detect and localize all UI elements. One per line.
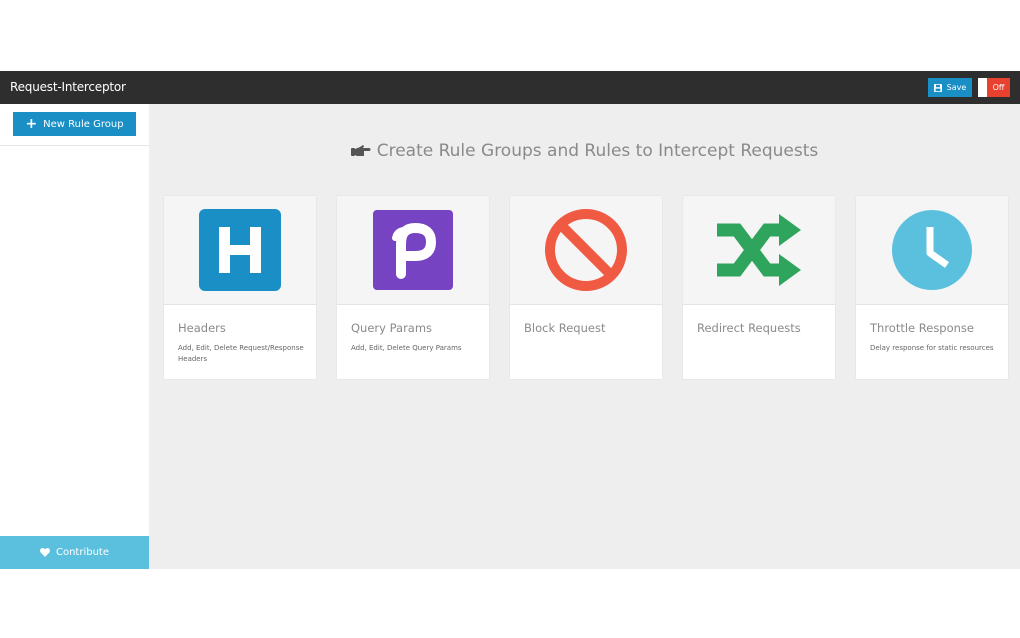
contribute-button[interactable]: Contribute bbox=[0, 536, 149, 569]
toggle-knob bbox=[978, 78, 987, 97]
card-description: Add, Edit, Delete Request/Response Heade… bbox=[178, 343, 306, 365]
card-query-params[interactable]: Query Params Add, Edit, Delete Query Par… bbox=[337, 196, 489, 379]
shuffle-icon bbox=[715, 212, 803, 288]
card-icon-area bbox=[683, 196, 835, 305]
block-icon bbox=[544, 208, 628, 292]
clock-icon bbox=[891, 209, 973, 291]
card-throttle-response[interactable]: Throttle Response Delay response for sta… bbox=[856, 196, 1008, 379]
card-block-request[interactable]: Block Request bbox=[510, 196, 662, 379]
new-rule-group-button[interactable]: + New Rule Group bbox=[13, 112, 136, 136]
card-description: Delay response for static resources bbox=[870, 343, 998, 354]
query-params-icon bbox=[373, 210, 453, 290]
card-icon-area bbox=[510, 196, 662, 305]
toggle-label: Off bbox=[987, 78, 1010, 97]
contribute-label: Contribute bbox=[56, 547, 109, 558]
card-icon-area bbox=[856, 196, 1008, 305]
card-title: Throttle Response bbox=[870, 321, 974, 335]
card-title: Query Params bbox=[351, 321, 432, 335]
top-bar: Request-Interceptor Save Off bbox=[0, 71, 1020, 104]
card-icon-area bbox=[337, 196, 489, 305]
headers-icon bbox=[199, 209, 281, 291]
app-window: Request-Interceptor Save Off + New Rule … bbox=[0, 71, 1020, 569]
new-rule-group-label: New Rule Group bbox=[43, 119, 123, 130]
pointing-hand-icon bbox=[351, 144, 371, 158]
card-description: Add, Edit, Delete Query Params bbox=[351, 343, 479, 354]
save-button[interactable]: Save bbox=[928, 78, 972, 97]
app-title: Request-Interceptor bbox=[10, 80, 126, 94]
page-heading-text: Create Rule Groups and Rules to Intercep… bbox=[377, 141, 819, 161]
page-heading: Create Rule Groups and Rules to Intercep… bbox=[149, 141, 1020, 161]
card-icon-area bbox=[164, 196, 316, 305]
card-redirect-requests[interactable]: Redirect Requests bbox=[683, 196, 835, 379]
sidebar: + New Rule Group Contribute bbox=[0, 104, 149, 569]
plus-icon: + bbox=[25, 117, 37, 131]
enable-toggle[interactable]: Off bbox=[978, 78, 1010, 97]
heart-icon bbox=[40, 548, 50, 557]
card-headers[interactable]: Headers Add, Edit, Delete Request/Respon… bbox=[164, 196, 316, 379]
card-title: Redirect Requests bbox=[697, 321, 801, 335]
save-label: Save bbox=[947, 83, 967, 92]
main-content: Create Rule Groups and Rules to Intercep… bbox=[149, 104, 1020, 569]
card-title: Headers bbox=[178, 321, 226, 335]
card-title: Block Request bbox=[524, 321, 605, 335]
save-icon bbox=[934, 84, 942, 92]
